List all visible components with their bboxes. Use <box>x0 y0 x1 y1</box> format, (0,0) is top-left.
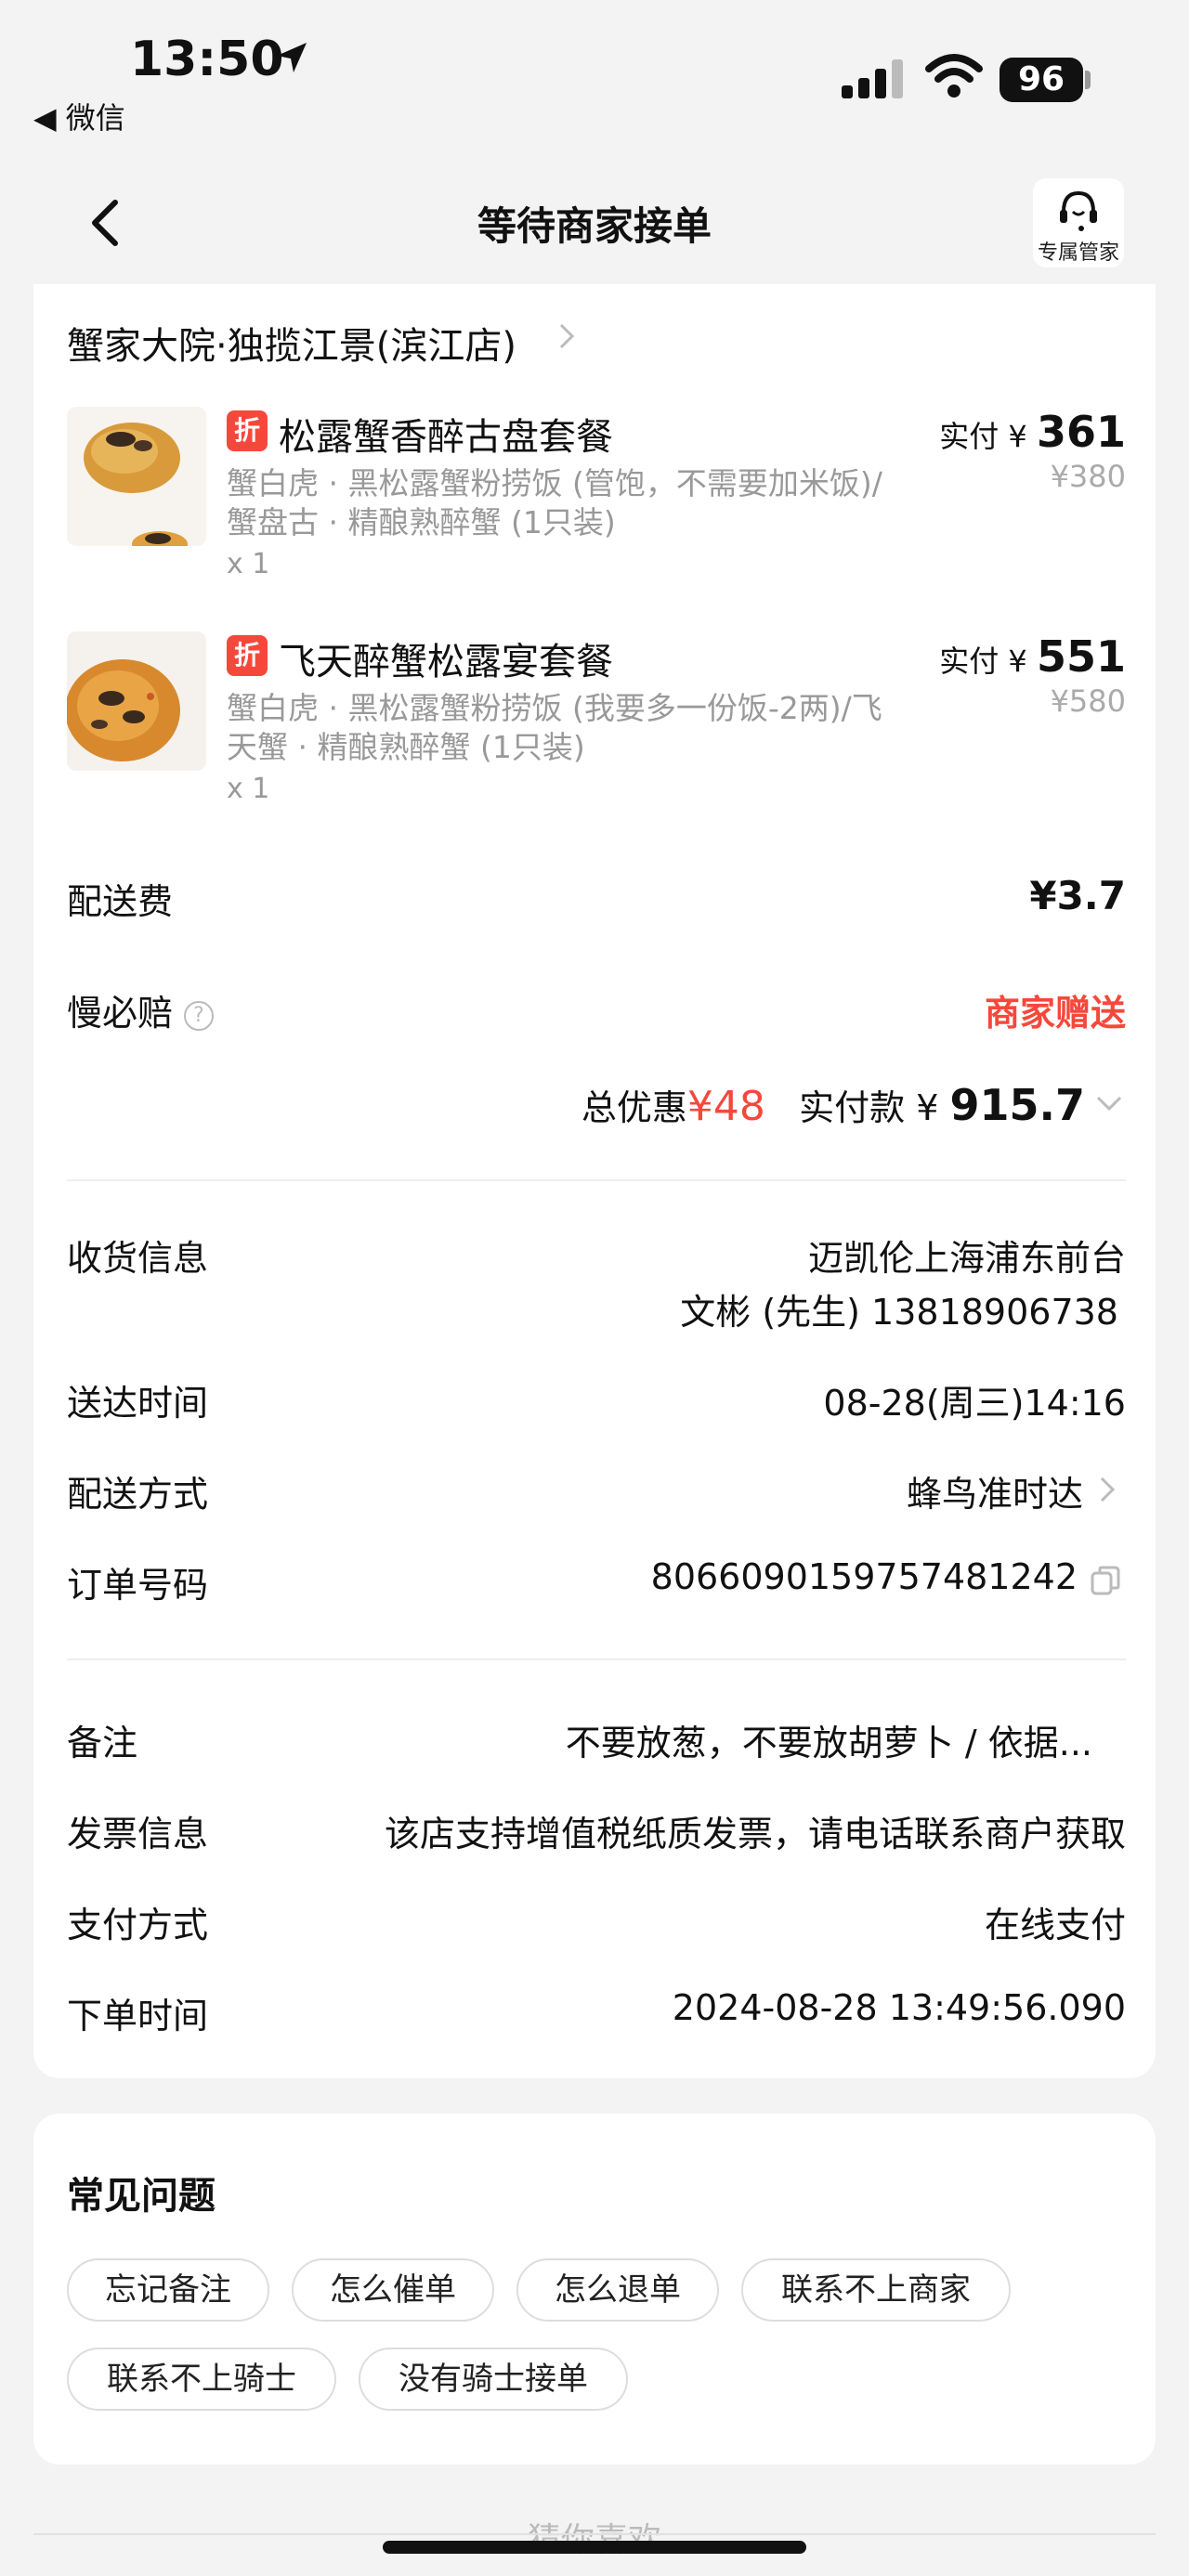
item-quantity: x 1 <box>227 773 270 805</box>
item-name: 松露蟹香醉古盘套餐 <box>279 416 613 459</box>
arrival-time-label: 送达时间 <box>67 1383 209 1424</box>
help-icon[interactable]: ? <box>184 1000 215 1031</box>
slow-compensation-value: 商家赠送 <box>984 993 1126 1034</box>
cellular-signal-icon <box>842 59 903 98</box>
receiver-row: 收货信息 迈凯伦上海浦东前台 文彬 (先生) 13818906738 <box>67 1229 1126 1333</box>
invoice-value: 该店支持增值税纸质发票，请电话联系商户获取 <box>384 1814 1126 1854</box>
faq-chip[interactable]: 联系不上商家 <box>741 2258 1011 2322</box>
item-quantity: x 1 <box>227 548 270 580</box>
faq-chip[interactable]: 怎么催单 <box>292 2258 494 2322</box>
invoice-label: 发票信息 <box>67 1814 209 1854</box>
paid-label: 实付 ¥ <box>939 419 1037 454</box>
copy-icon[interactable] <box>1089 1564 1122 1597</box>
back-to-wechat-link[interactable]: ◀ 微信 <box>33 95 125 137</box>
guess-you-like-heading: 猜你喜欢 <box>0 2513 1189 2561</box>
divider <box>33 2533 1156 2535</box>
status-bar: 13:50 ◀ 微信 96 <box>0 0 1189 149</box>
battery-nub <box>1085 71 1091 89</box>
note-value: 不要放葱，不要放胡萝卜 / 依据... <box>565 1723 1092 1763</box>
order-number-label: 订单号码 <box>67 1565 209 1606</box>
order-time-label: 下单时间 <box>67 1996 209 2036</box>
divider <box>67 1659 1126 1660</box>
item-description: 蟹白虎 · 黑松露蟹粉捞饭 (管饱，不需要加米饭)/蟹盘古 · 精酿熟醉蟹 (1… <box>227 465 882 540</box>
note-label: 备注 <box>67 1723 138 1763</box>
total-label: 实付款 ¥ <box>799 1087 950 1128</box>
faq-chip[interactable]: 忘记备注 <box>67 2258 269 2322</box>
location-arrow-icon <box>277 43 307 72</box>
paid-value: 551 <box>1036 631 1126 682</box>
faq-chip[interactable]: 联系不上骑士 <box>67 2348 336 2411</box>
chevron-right-icon[interactable] <box>554 318 581 355</box>
order-detail-card: 蟹家大院·独揽江景(滨江店) 折 松露蟹香醉古盘套餐 蟹白虎 · 黑松露蟹粉捞饭… <box>33 284 1156 2078</box>
item-original-price: ¥580 <box>1050 683 1126 719</box>
faq-card: 常见问题 忘记备注 怎么催单 怎么退单 联系不上商家 联系不上骑士 没有骑士接单 <box>33 2114 1156 2465</box>
receiver-contact: 文彬 (先生) 13818906738 <box>680 1292 1118 1333</box>
order-item[interactable]: 折 飞天醉蟹松露宴套餐 蟹白虎 · 黑松露蟹粉捞饭 (我要多一份饭-2两)/飞天… <box>67 631 1126 805</box>
order-number-value: 8066090159757481242 <box>650 1556 1078 1597</box>
item-name: 飞天醉蟹松露宴套餐 <box>279 641 613 683</box>
chevron-right-icon[interactable] <box>1094 1471 1120 1508</box>
order-time-value: 2024-08-28 13:49:56.090 <box>672 1987 1126 2028</box>
delivery-fee-value: ¥3.7 <box>1029 873 1126 918</box>
service-label: 专属管家 <box>1037 241 1119 265</box>
item-description: 蟹白虎 · 黑松露蟹粉捞饭 (我要多一份饭-2两)/飞天蟹 · 精酿熟醉蟹 (1… <box>227 690 882 765</box>
faq-title: 常见问题 <box>67 2175 216 2218</box>
divider <box>67 1179 1126 1181</box>
delivery-method-value: 蜂鸟准时达 <box>906 1474 1083 1515</box>
page-title: 等待商家接单 <box>477 203 712 249</box>
payment-method-label: 支付方式 <box>67 1905 209 1945</box>
receiver-label: 收货信息 <box>67 1238 209 1279</box>
receiver-address: 迈凯伦上海浦东前台 <box>807 1238 1126 1279</box>
food-image <box>67 631 206 771</box>
item-original-price: ¥380 <box>1050 459 1126 494</box>
discount-label: 总优惠 <box>581 1087 687 1128</box>
status-time: 13:50 <box>130 32 284 87</box>
chevron-down-icon[interactable] <box>1092 1088 1126 1116</box>
total-value: 915.7 <box>949 1080 1085 1130</box>
slow-compensation-label: 慢必赔? <box>67 984 215 1035</box>
headset-icon <box>1060 190 1097 231</box>
food-image <box>67 407 206 546</box>
discount-value: ¥48 <box>686 1083 765 1130</box>
paid-value: 361 <box>1036 407 1126 457</box>
store-name[interactable]: 蟹家大院·独揽江景(滨江店) <box>67 316 516 370</box>
payment-method-value: 在线支付 <box>984 1905 1126 1945</box>
order-status-page: 13:50 ◀ 微信 96 等待商家接单 专属管家 蟹家大院·独揽江景(滨江店)… <box>0 0 1189 2576</box>
faq-chip[interactable]: 没有骑士接单 <box>359 2348 628 2411</box>
total-summary: 总优惠¥48 实付款 ¥ 915.7 <box>581 1079 1085 1130</box>
arrival-time-value: 08-28(周三)14:16 <box>823 1383 1126 1424</box>
discount-tag: 折 <box>227 410 268 451</box>
delivery-fee-label: 配送费 <box>67 881 174 922</box>
home-indicator[interactable] <box>383 2541 806 2554</box>
paid-label: 实付 ¥ <box>939 644 1037 679</box>
customer-service-button[interactable]: 专属管家 <box>1033 178 1124 267</box>
discount-tag: 折 <box>227 635 268 676</box>
wifi-icon <box>925 54 983 98</box>
faq-chip[interactable]: 怎么退单 <box>516 2258 719 2322</box>
order-item[interactable]: 折 松露蟹香醉古盘套餐 蟹白虎 · 黑松露蟹粉捞饭 (管饱，不需要加米饭)/蟹盘… <box>67 407 1126 580</box>
item-paid-price: 实付 ¥ 361 <box>939 407 1126 457</box>
nav-bar: 等待商家接单 专属管家 <box>0 167 1189 279</box>
delivery-method-label: 配送方式 <box>67 1474 209 1515</box>
battery-indicator: 96 <box>1000 58 1083 102</box>
item-paid-price: 实付 ¥ 551 <box>939 631 1126 682</box>
